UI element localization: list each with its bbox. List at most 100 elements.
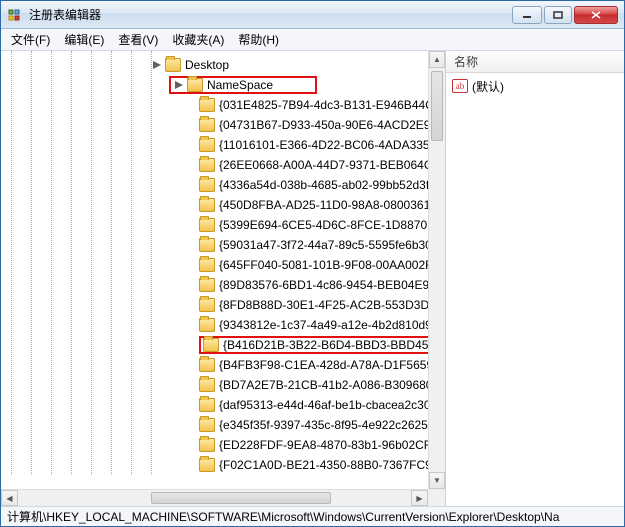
list-item[interactable]: ab (默认) [452, 77, 618, 95]
scroll-up-arrow-icon[interactable]: ▲ [429, 51, 445, 68]
folder-icon [199, 298, 215, 312]
tree-node-guid[interactable]: {11016101-E366-4D22-BC06-4ADA335C892B} [1, 135, 428, 155]
tree-node-guid[interactable]: {daf95313-e44d-46af-be1b-cbacea2c3065} [1, 395, 428, 415]
folder-icon [199, 278, 215, 292]
tree-label: {59031a47-3f72-44a7-89c5-5595fe6b30ee} [219, 238, 428, 252]
tree-panel: Desktop NameSpace {031E4825-7B94-4dc3- [1, 51, 446, 506]
folder-icon [199, 458, 215, 472]
column-header-label: 名称 [454, 53, 478, 70]
tree-node-guid[interactable]: {04731B67-D933-450a-90E6-4ACD2E9408FE} [1, 115, 428, 135]
app-icon [7, 7, 23, 23]
tree-node-guid[interactable]: {450D8FBA-AD25-11D0-98A8-0800361B1103} [1, 195, 428, 215]
folder-icon [187, 78, 203, 92]
tree-node-guid[interactable]: {26EE0668-A00A-44D7-9371-BEB064C98683} [1, 155, 428, 175]
body-area: Desktop NameSpace {031E4825-7B94-4dc3- [1, 51, 624, 506]
string-value-icon: ab [452, 79, 468, 93]
tree-node-guid[interactable]: {BD7A2E7B-21CB-41b2-A086-B309680C6B7E} [1, 375, 428, 395]
scroll-down-arrow-icon[interactable]: ▼ [429, 472, 445, 489]
status-path: 计算机\HKEY_LOCAL_MACHINE\SOFTWARE\Microsof… [7, 508, 559, 525]
tree-label: {031E4825-7B94-4dc3-B131-E946B44C8DD5} [219, 98, 428, 112]
tree-node-guid[interactable]: {ED228FDF-9EA8-4870-83b1-96b02CFE0D52} [1, 435, 428, 455]
close-button[interactable] [574, 6, 618, 24]
registry-editor-window: 注册表编辑器 文件(F) 编辑(E) 查看(V) 收藏夹(A) 帮助(H) [0, 0, 625, 527]
folder-icon [199, 178, 215, 192]
scroll-thumb-h[interactable] [151, 492, 331, 504]
expander-icon[interactable] [151, 59, 163, 71]
tree-label: {B416D21B-3B22-B6D4-BBD3-BBD452DB3D5B} [223, 338, 428, 352]
tree-content: Desktop NameSpace {031E4825-7B94-4dc3- [1, 51, 428, 475]
column-header-name[interactable]: 名称 [446, 51, 624, 73]
vertical-scrollbar[interactable]: ▲ ▼ [428, 51, 445, 489]
tree-label: {daf95313-e44d-46af-be1b-cbacea2c3065} [219, 398, 428, 412]
tree-node-guid[interactable]: {4336a54d-038b-4685-ab02-99bb52d3fb8b} [1, 175, 428, 195]
tree-label: {450D8FBA-AD25-11D0-98A8-0800361B1103} [219, 198, 428, 212]
tree-label: {B4FB3F98-C1EA-428d-A78A-D1F5659CBA93} [219, 358, 428, 372]
values-panel: 名称 ab (默认) [446, 51, 624, 506]
maximize-button[interactable] [544, 6, 572, 24]
menu-file[interactable]: 文件(F) [5, 29, 56, 50]
tree-label: {26EE0668-A00A-44D7-9371-BEB064C98683} [219, 158, 428, 172]
folder-icon [199, 438, 215, 452]
folder-icon [199, 238, 215, 252]
window-controls [512, 6, 618, 24]
tree-label: {04731B67-D933-450a-90E6-4ACD2E9408FE} [219, 118, 428, 132]
tree-node-guid[interactable]: {B4FB3F98-C1EA-428d-A78A-D1F5659CBA93} [1, 355, 428, 375]
scroll-thumb-v[interactable] [431, 71, 443, 141]
highlight-box-namespace: NameSpace [169, 76, 317, 94]
tree-node-guid[interactable]: {645FF040-5081-101B-9F08-00AA002F954E} [1, 255, 428, 275]
scroll-left-arrow-icon[interactable]: ◀ [1, 490, 18, 506]
statusbar: 计算机\HKEY_LOCAL_MACHINE\SOFTWARE\Microsof… [1, 506, 624, 526]
tree-label: {645FF040-5081-101B-9F08-00AA002F954E} [219, 258, 428, 272]
minimize-button[interactable] [512, 6, 542, 24]
highlight-box-selected: {B416D21B-3B22-B6D4-BBD3-BBD452DB3D5B} [199, 336, 428, 354]
tree-scroll-area[interactable]: Desktop NameSpace {031E4825-7B94-4dc3- [1, 51, 428, 489]
folder-icon [199, 398, 215, 412]
folder-icon [199, 138, 215, 152]
tree-node-guid[interactable]: {89D83576-6BD1-4c86-9454-BEB04E94C819} [1, 275, 428, 295]
tree-node-guid[interactable]: {59031a47-3f72-44a7-89c5-5595fe6b30ee} [1, 235, 428, 255]
menu-view[interactable]: 查看(V) [112, 29, 164, 50]
folder-icon [199, 158, 215, 172]
values-list[interactable]: ab (默认) [446, 73, 624, 506]
tree-label: {89D83576-6BD1-4c86-9454-BEB04E94C819} [219, 278, 428, 292]
value-name: (默认) [472, 78, 504, 95]
tree-label: {9343812e-1c37-4a49-a12e-4b2d810d956b} [219, 318, 428, 332]
tree-label: {11016101-E366-4D22-BC06-4ADA335C892B} [219, 138, 428, 152]
horizontal-scrollbar[interactable]: ◀ ▶ [1, 489, 428, 506]
folder-icon [199, 418, 215, 432]
scroll-right-arrow-icon[interactable]: ▶ [411, 490, 428, 506]
folder-icon [199, 218, 215, 232]
expander-icon[interactable] [173, 79, 185, 91]
folder-icon [199, 118, 215, 132]
tree-label: {ED228FDF-9EA8-4870-83b1-96b02CFE0D52} [219, 438, 428, 452]
tree-node-guid[interactable]: {031E4825-7B94-4dc3-B131-E946B44C8DD5} [1, 95, 428, 115]
menubar: 文件(F) 编辑(E) 查看(V) 收藏夹(A) 帮助(H) [1, 29, 624, 51]
tree-label: {F02C1A0D-BE21-4350-88B0-7367FC96EF3C} [219, 458, 428, 472]
folder-icon [199, 358, 215, 372]
tree-label: Desktop [185, 58, 229, 72]
menu-favorites[interactable]: 收藏夹(A) [166, 29, 230, 50]
folder-icon [165, 58, 181, 72]
tree-node-guid[interactable]: {e345f35f-9397-435c-8f95-4e922c26259e} [1, 415, 428, 435]
tree-label: {BD7A2E7B-21CB-41b2-A086-B309680C6B7E} [219, 378, 428, 392]
menu-edit[interactable]: 编辑(E) [58, 29, 110, 50]
tree-node-guid[interactable]: {9343812e-1c37-4a49-a12e-4b2d810d956b} [1, 315, 428, 335]
folder-icon [199, 378, 215, 392]
tree-node-guid[interactable]: {5399E694-6CE5-4D6C-8FCE-1D8870FDCBA0} [1, 215, 428, 235]
folder-icon [203, 338, 219, 352]
tree-node-guid[interactable]: {B416D21B-3B22-B6D4-BBD3-BBD452DB3D5B} [1, 335, 428, 355]
tree-label: {4336a54d-038b-4685-ab02-99bb52d3fb8b} [219, 178, 428, 192]
window-title: 注册表编辑器 [29, 6, 512, 23]
tree-label: NameSpace [207, 78, 273, 92]
tree-node-namespace[interactable]: NameSpace [1, 75, 428, 95]
folder-icon [199, 98, 215, 112]
folder-icon [199, 198, 215, 212]
tree-node-desktop[interactable]: Desktop [1, 55, 428, 75]
titlebar[interactable]: 注册表编辑器 [1, 1, 624, 29]
tree-node-guid[interactable]: {8FD8B88D-30E1-4F25-AC2B-553D3D65F0EA} [1, 295, 428, 315]
menu-help[interactable]: 帮助(H) [232, 29, 285, 50]
scroll-corner [428, 489, 445, 506]
tree-label: {e345f35f-9397-435c-8f95-4e922c26259e} [219, 418, 428, 432]
tree-node-guid[interactable]: {F02C1A0D-BE21-4350-88B0-7367FC96EF3C} [1, 455, 428, 475]
folder-icon [199, 318, 215, 332]
